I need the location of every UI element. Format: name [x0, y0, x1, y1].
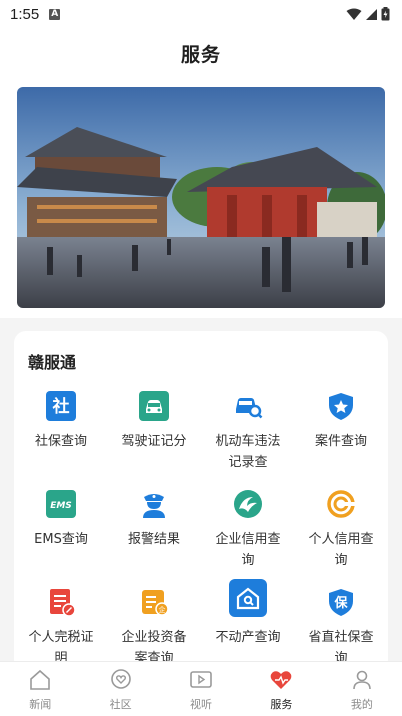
nav-item-news[interactable]: 新闻	[0, 662, 80, 716]
tax-certificate-icon	[46, 587, 76, 617]
service-label: 企业信用查询	[215, 532, 281, 568]
service-label: 机动车违法记录查	[215, 434, 281, 470]
investment-record-icon: 企	[139, 587, 169, 617]
nav-label: 社区	[109, 698, 132, 711]
service-provincial-insurance[interactable]: 保 省直社保查询	[294, 587, 388, 669]
service-personal-credit[interactable]: 个人信用查询	[294, 489, 388, 571]
service-real-estate[interactable]: 不动产查询	[201, 579, 295, 648]
service-social-security[interactable]: 社 社保查询	[14, 391, 108, 452]
service-label: 驾驶证记分	[121, 434, 187, 449]
provincial-insurance-icon: 保	[326, 587, 356, 617]
wifi-icon	[346, 8, 362, 20]
service-label: EMS查询	[34, 532, 88, 547]
profile-icon	[350, 668, 374, 692]
service-case-query[interactable]: 案件查询	[294, 391, 388, 452]
nav-item-service[interactable]: 服务	[241, 662, 321, 716]
service-label: 不动产查询	[215, 630, 281, 645]
service-card: 赣服通 社 社保查询 驾驶证记分 机动车违法记录查 案件查询 EMS EMS查询…	[14, 331, 388, 671]
notification-icon: A	[49, 8, 61, 20]
ems-icon: EMS	[46, 489, 76, 519]
signal-icon	[366, 8, 377, 20]
section-title: 赣服通	[28, 353, 77, 372]
status-time: 1:55	[10, 5, 40, 23]
heart-chat-icon	[109, 668, 133, 692]
service-tax-certificate[interactable]: 个人完税证明	[14, 587, 108, 669]
service-vehicle-violation[interactable]: 机动车违法记录查	[201, 391, 295, 473]
nav-label: 视听	[190, 698, 213, 711]
service-enterprise-credit[interactable]: 企业信用查询	[201, 489, 295, 571]
police-badge-icon	[326, 391, 356, 421]
service-heart-icon	[269, 668, 293, 692]
personal-credit-icon	[326, 489, 356, 519]
bottom-nav: 新闻 社区 视听 服务 我的	[0, 661, 402, 716]
header: 服务	[0, 28, 402, 78]
service-label: 社保查询	[34, 434, 87, 449]
service-ems[interactable]: EMS EMS查询	[14, 489, 108, 550]
real-estate-icon	[229, 579, 267, 617]
svg-text:保: 保	[333, 595, 348, 611]
service-alarm-result[interactable]: 报警结果	[107, 489, 201, 550]
status-icons	[346, 7, 390, 21]
page-title: 服务	[180, 43, 221, 66]
battery-icon	[381, 7, 390, 21]
status-bar: 1:55 A	[0, 0, 402, 28]
home-icon	[28, 668, 52, 692]
nav-label: 我的	[350, 698, 373, 711]
banner-image[interactable]	[17, 87, 385, 308]
service-investment-record[interactable]: 企 企业投资备案查询	[107, 587, 201, 669]
nav-label: 新闻	[29, 698, 52, 711]
service-label: 报警结果	[127, 532, 180, 547]
nav-item-mine[interactable]: 我的	[322, 662, 402, 716]
vehicle-violation-icon	[233, 391, 263, 421]
driver-license-icon	[139, 391, 169, 421]
service-label: 案件查询	[314, 434, 367, 449]
nav-item-video[interactable]: 视听	[161, 662, 241, 716]
video-icon	[189, 668, 213, 692]
svg-text:社: 社	[52, 396, 70, 417]
social-security-icon: 社	[46, 391, 76, 421]
nav-label: 服务	[270, 698, 293, 711]
police-officer-icon	[139, 489, 169, 519]
service-driver-license[interactable]: 驾驶证记分	[107, 391, 201, 452]
enterprise-credit-icon	[233, 489, 263, 519]
nav-item-community[interactable]: 社区	[80, 662, 160, 716]
service-label: 个人信用查询	[308, 532, 374, 568]
svg-text:企: 企	[159, 605, 166, 614]
svg-text:EMS: EMS	[50, 501, 72, 511]
